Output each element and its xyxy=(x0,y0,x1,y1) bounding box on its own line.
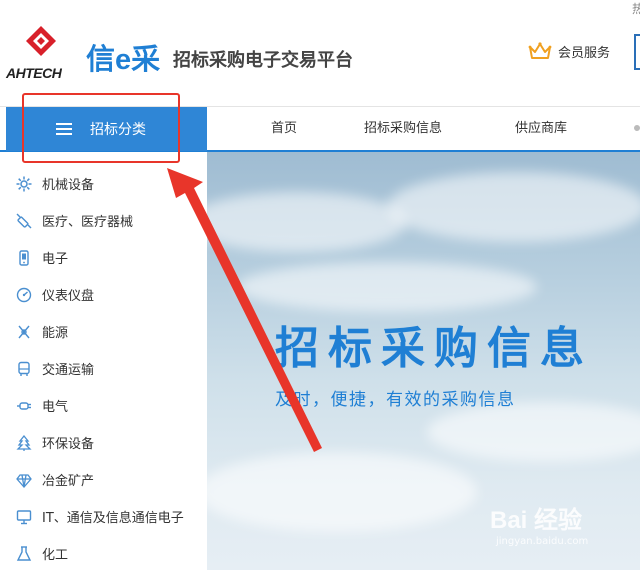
sidebar-item-label: 机械设备 xyxy=(42,178,95,193)
banner-title: 招标采购信息 xyxy=(275,323,593,374)
top-right-link[interactable]: 热 xyxy=(632,0,640,17)
banner-cloud xyxy=(207,452,477,532)
tree-icon xyxy=(16,434,32,451)
sidebar-item-label: 电子 xyxy=(42,252,69,267)
logo-text: AHTECH xyxy=(6,65,62,81)
sidebar-item-transport[interactable]: 交通运输 xyxy=(6,350,207,387)
sidebar-item-label: 冶金矿产 xyxy=(42,474,95,489)
sidebar-item-label: 交通运输 xyxy=(42,363,95,378)
diamond-icon xyxy=(16,472,32,488)
sidebar-item-label: 电气 xyxy=(42,400,69,415)
syringe-icon xyxy=(16,213,32,229)
member-service-label: 会员服务 xyxy=(558,45,611,61)
baidu-watermark: Bai 经验 jingyan.baidu.com xyxy=(490,500,630,556)
sidebar-item-instruments[interactable]: 仪表仪盘 xyxy=(6,276,207,313)
energy-icon xyxy=(16,324,32,340)
crown-icon xyxy=(528,42,552,59)
banner-cloud xyxy=(237,262,537,312)
sidebar-item-electrical[interactable]: 电气 xyxy=(6,387,207,424)
flask-icon xyxy=(16,545,32,562)
site-tagline: 招标采购电子交易平台 xyxy=(173,50,353,71)
gear-icon xyxy=(16,176,32,192)
sidebar-item-label: IT、通信及信息通信电子 xyxy=(42,511,184,526)
gauge-icon xyxy=(16,287,32,303)
banner-cloud xyxy=(427,402,640,462)
sidebar-item-label: 医疗、医疗器械 xyxy=(42,215,134,230)
sidebar-item-it-telecom[interactable]: IT、通信及信息通信电子 xyxy=(6,498,207,535)
sidebar-item-energy[interactable]: 能源 xyxy=(6,313,207,350)
monitor-icon xyxy=(16,509,32,525)
member-service-link[interactable]: 会员服务 xyxy=(528,38,610,64)
annotation-highlight-box xyxy=(22,93,180,163)
bus-icon xyxy=(16,361,32,377)
search-box-edge[interactable] xyxy=(634,34,640,70)
watermark-text: Bai 经验 xyxy=(490,507,583,534)
nav-item-supplier-db[interactable]: 供应商库 xyxy=(515,107,567,151)
sidebar-item-label: 环保设备 xyxy=(42,437,95,452)
nav-item-home[interactable]: 首页 xyxy=(271,107,297,151)
sidebar-item-label: 化工 xyxy=(42,548,69,563)
banner-cloud xyxy=(207,192,407,252)
logo-mark-icon xyxy=(26,26,56,56)
sidebar-item-environmental[interactable]: 环保设备 xyxy=(6,424,207,461)
sidebar-item-machinery[interactable]: 机械设备 xyxy=(6,165,207,202)
phone-icon xyxy=(16,249,32,266)
brand-name[interactable]: 信e采 xyxy=(86,36,160,78)
banner-cloud xyxy=(387,172,640,242)
sidebar-item-label: 能源 xyxy=(42,326,69,341)
hero-banner[interactable]: 招标采购信息 及时，便捷，有效的采购信息 Bai 经验 jingyan.baid… xyxy=(207,152,640,570)
site-logo[interactable]: AHTECH xyxy=(6,26,76,81)
sidebar-item-label: 仪表仪盘 xyxy=(42,289,95,304)
nav-item-procurement-info[interactable]: 招标采购信息 xyxy=(364,107,442,151)
sidebar-item-electronics[interactable]: 电子 xyxy=(6,239,207,276)
site-header: AHTECH 信e采 招标采购电子交易平台 会员服务 热 xyxy=(0,0,640,106)
sidebar-item-medical[interactable]: 医疗、医疗器械 xyxy=(6,202,207,239)
watermark-url: jingyan.baidu.com xyxy=(496,536,589,547)
sidebar-item-metallurgy[interactable]: 冶金矿产 xyxy=(6,461,207,498)
banner-subtitle: 及时，便捷，有效的采购信息 xyxy=(275,390,516,410)
nav-more-dot[interactable] xyxy=(634,125,640,131)
category-sidebar: 机械设备 医疗、医疗器械 电子 仪表仪盘 能源 交通运输 电气 环保设备 冶金矿… xyxy=(6,152,207,570)
plug-icon xyxy=(16,398,32,414)
sidebar-item-chemical[interactable]: 化工 xyxy=(6,535,207,572)
